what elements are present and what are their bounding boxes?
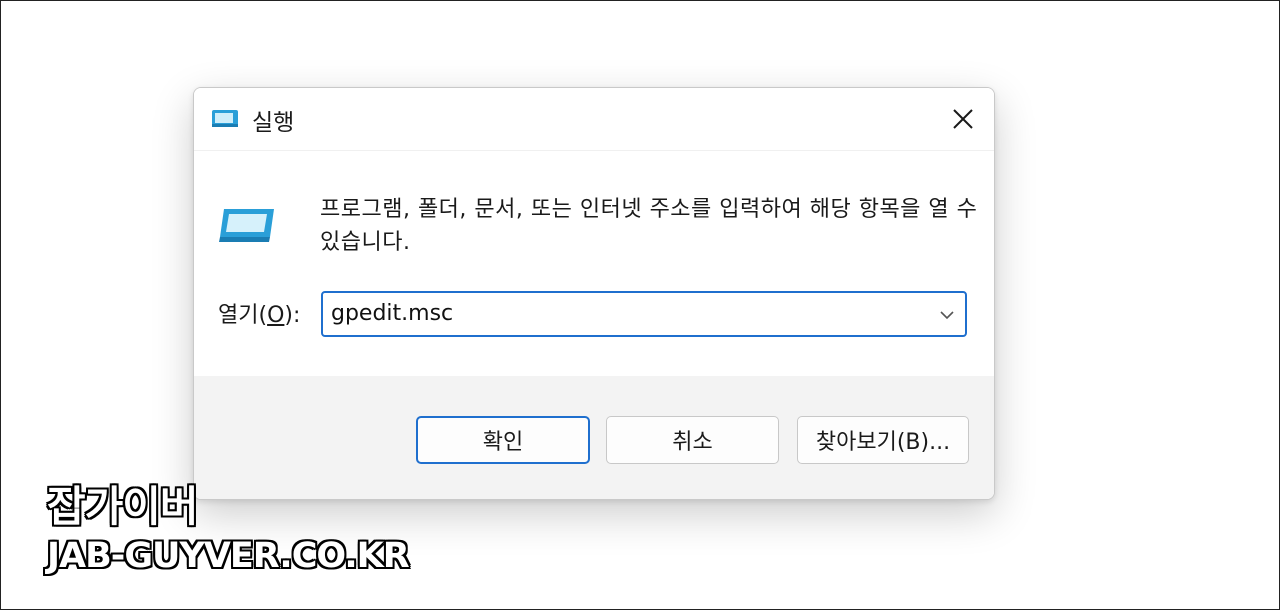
dialog-body: 프로그램, 폴더, 문서, 또는 인터넷 주소를 입력하여 해당 항목을 열 수…: [194, 150, 994, 376]
browse-button[interactable]: 찾아보기(B)...: [797, 416, 969, 464]
run-dialog: 실행 프로그램, 폴더, 문서, 또는 인터넷 주소를 입력하여 해당 항목을 …: [193, 87, 995, 500]
chevron-down-icon[interactable]: [937, 305, 957, 325]
title-bar: 실행: [194, 88, 994, 150]
run-program-icon: [218, 205, 278, 245]
open-label-accelerator: O: [267, 303, 285, 328]
screenshot-frame: 실행 프로그램, 폴더, 문서, 또는 인터넷 주소를 입력하여 해당 항목을 …: [0, 0, 1280, 610]
watermark-url: JAB-GUYVER.CO.KR: [47, 536, 410, 576]
instruction-text: 프로그램, 폴더, 문서, 또는 인터넷 주소를 입력하여 해당 항목을 열 수…: [320, 197, 978, 255]
close-icon: [953, 109, 973, 129]
open-input[interactable]: gpedit.msc: [331, 301, 453, 326]
dialog-title: 실행: [252, 110, 295, 136]
run-icon: [210, 107, 240, 129]
cancel-button[interactable]: 취소: [606, 416, 779, 464]
watermark-title: 잡가이버: [47, 482, 199, 531]
ok-button[interactable]: 확인: [416, 416, 590, 464]
dialog-footer: 확인 취소 찾아보기(B)...: [194, 376, 994, 499]
open-label-prefix: 열기(: [218, 303, 268, 328]
open-label: 열기(O):: [218, 297, 300, 329]
open-label-suffix: ):: [284, 303, 301, 328]
open-combobox[interactable]: gpedit.msc: [321, 291, 967, 337]
close-button[interactable]: [932, 88, 994, 150]
